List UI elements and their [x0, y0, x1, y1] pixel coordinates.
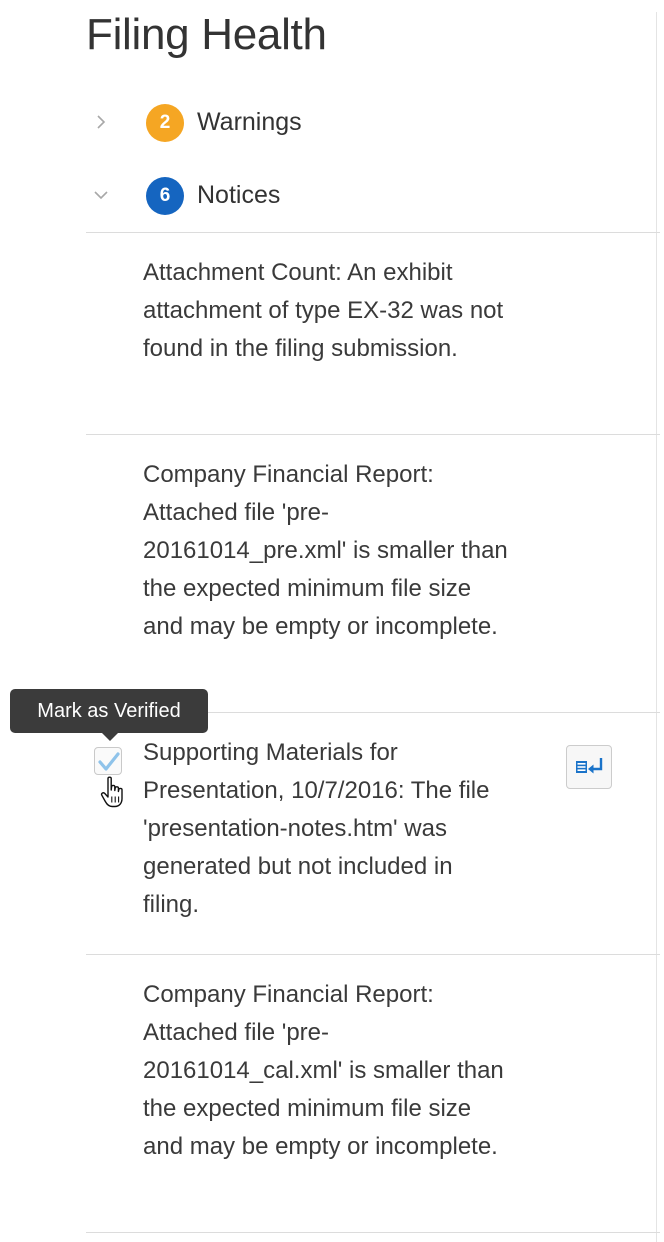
mark-verified-checkbox[interactable] [94, 747, 122, 775]
mark-verified-tooltip: Mark as Verified [10, 689, 208, 733]
notices-divider [86, 232, 660, 233]
page-title: Filing Health [86, 10, 327, 59]
notice-item-text: Supporting Materials for Presentation, 1… [143, 739, 490, 918]
notice-divider [86, 434, 660, 435]
warnings-count-badge: 2 [146, 104, 184, 142]
chevron-down-icon [92, 186, 110, 204]
notice-item-text: Company Financial Report: Attached file … [143, 981, 504, 1160]
warnings-group-toggle[interactable]: 2 Warnings [86, 101, 646, 145]
notice-divider [86, 954, 660, 955]
notice-divider [86, 1232, 660, 1233]
go-to-source-icon [576, 758, 603, 774]
checkmark-icon [98, 752, 120, 771]
tooltip-arrow [102, 733, 118, 741]
hand-pointer-icon [100, 776, 123, 808]
notice-item-text: Company Financial Report: Attached file … [143, 461, 508, 640]
warnings-label: Warnings [197, 108, 302, 136]
chevron-right-icon [92, 113, 110, 131]
notice-item-text: Attachment Count: An exhibit attachment … [143, 259, 504, 362]
notices-group-toggle[interactable]: 6 Notices [86, 174, 646, 218]
notices-label: Notices [197, 181, 281, 209]
go-to-source-button[interactable] [566, 745, 612, 789]
panel-edge-divider [656, 12, 657, 1242]
notices-count-badge: 6 [146, 177, 184, 215]
